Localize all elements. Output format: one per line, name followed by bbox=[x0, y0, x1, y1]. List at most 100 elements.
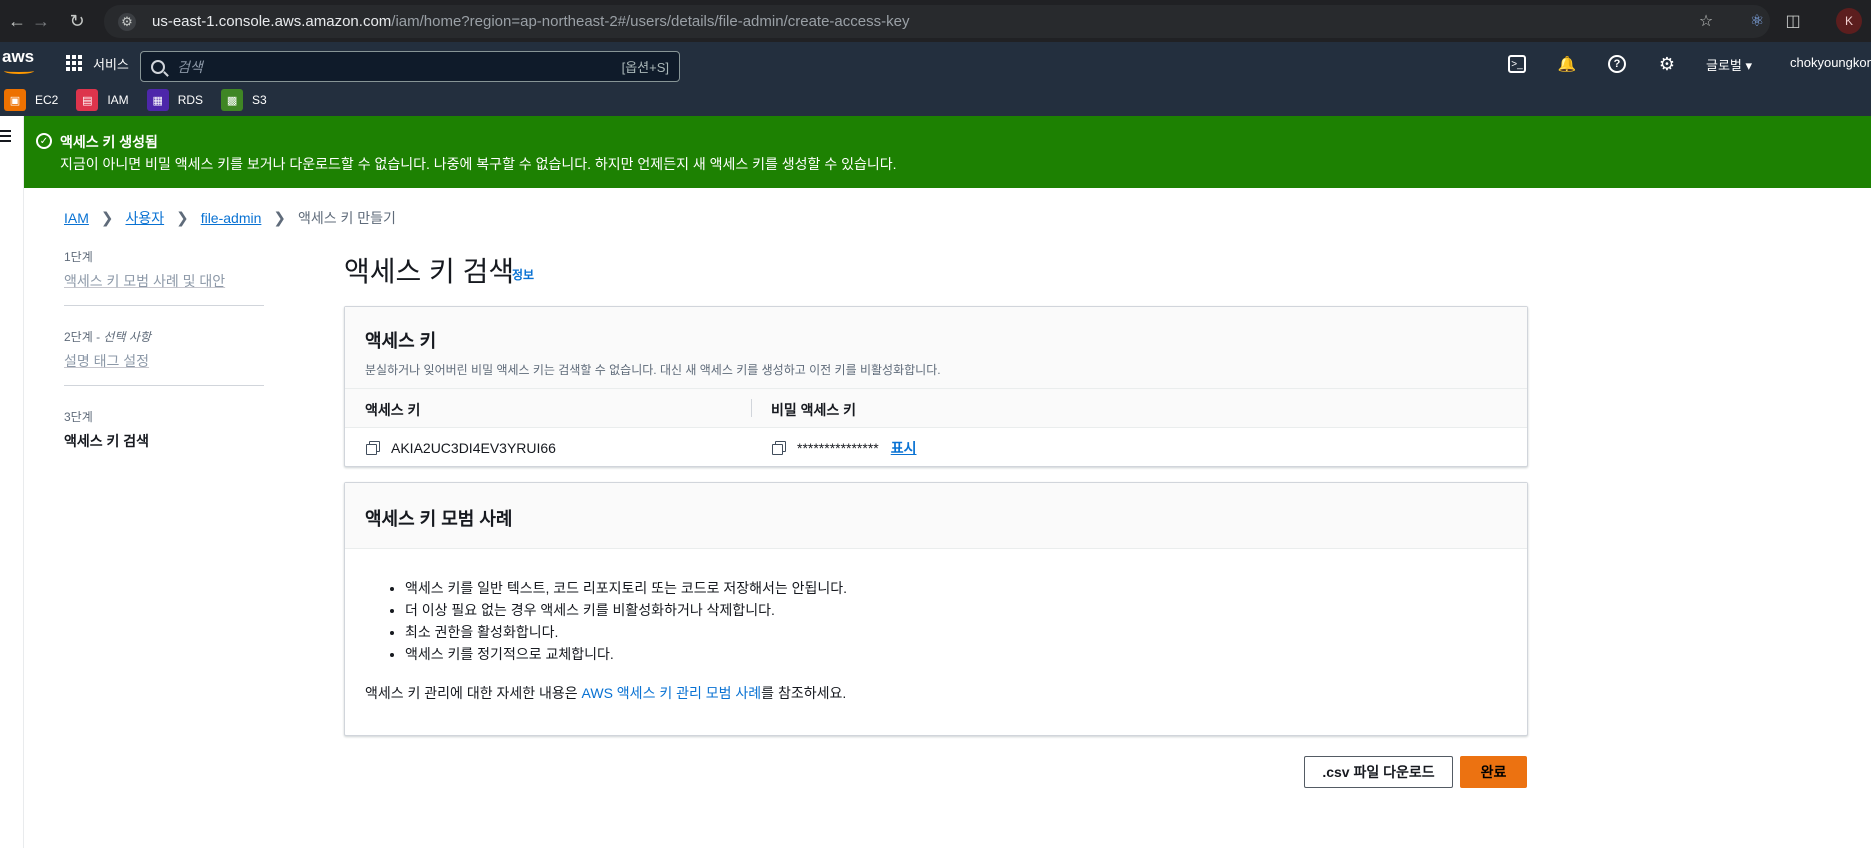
step-name: 액세스 키 모범 사례 및 대안 bbox=[64, 273, 226, 289]
success-check-icon: ✓ bbox=[36, 133, 52, 149]
site-info-icon[interactable]: ⚙ bbox=[118, 12, 136, 31]
notifications-bell-icon[interactable]: 🔔 bbox=[1558, 55, 1577, 73]
step-label: 1단계 bbox=[64, 248, 264, 265]
rds-icon: ▦ bbox=[146, 89, 169, 111]
services-label: 서비스 bbox=[93, 56, 129, 72]
extension-react-icon[interactable]: ⚛ bbox=[1746, 10, 1768, 32]
console-search[interactable]: [옵션+S] bbox=[140, 51, 680, 82]
more-info-text: 액세스 키 관리에 대한 자세한 내용은 AWS 액세스 키 관리 모범 사례를… bbox=[365, 683, 1507, 703]
step-number: 2단계 - bbox=[64, 330, 104, 344]
info-link[interactable]: 정보 bbox=[512, 266, 534, 283]
more-suffix: 를 참조하세요. bbox=[761, 685, 847, 701]
wizard-step-1: 1단계 액세스 키 모범 사례 및 대안 bbox=[64, 248, 264, 306]
more-prefix: 액세스 키 관리에 대한 자세한 내용은 bbox=[365, 685, 582, 701]
secret-key-cell: *************** 표시 bbox=[751, 428, 1527, 467]
s3-icon: ▩ bbox=[221, 89, 244, 111]
done-button[interactable]: 완료 bbox=[1460, 756, 1527, 788]
panel-header: 액세스 키 모범 사례 bbox=[345, 483, 1527, 549]
bookmark-star-icon[interactable]: ☆ bbox=[1695, 10, 1717, 32]
best-practices-panel: 액세스 키 모범 사례 액세스 키를 일반 텍스트, 코드 리포지토리 또는 코… bbox=[344, 482, 1528, 736]
menu-hamburger-icon[interactable] bbox=[0, 130, 12, 142]
breadcrumb-current: 액세스 키 만들기 bbox=[297, 210, 396, 226]
search-shortcut-hint: [옵션+S] bbox=[621, 60, 669, 75]
access-key-table: 액세스 키 비밀 액세스 키 AKIA2UC3DI4EV3YRUI66 ****… bbox=[345, 389, 1527, 467]
favorites-bar: ▣ EC2 ▤ IAM ▦ RDS ▩ S3 bbox=[0, 84, 1871, 116]
search-icon bbox=[151, 59, 165, 74]
best-practices-list: 액세스 키를 일반 텍스트, 코드 리포지토리 또는 코드로 저장해서는 안됩니… bbox=[365, 577, 1507, 665]
favorite-label: S3 bbox=[252, 93, 267, 107]
panel-body: 액세스 키를 일반 텍스트, 코드 리포지토리 또는 코드로 저장해서는 안됩니… bbox=[345, 549, 1527, 703]
breadcrumb: IAM ❯ 사용자 ❯ file-admin ❯ 액세스 키 만들기 bbox=[64, 208, 396, 228]
help-icon[interactable]: ? bbox=[1608, 55, 1626, 73]
cloudshell-icon[interactable]: >_ bbox=[1508, 55, 1526, 73]
services-menu-button[interactable]: 서비스 bbox=[66, 51, 129, 75]
download-csv-button[interactable]: .csv 파일 다운로드 bbox=[1304, 756, 1453, 788]
success-flash-banner: ✓ 액세스 키 생성됨 지금이 아니면 비밀 액세스 키를 보거나 다운로드할 … bbox=[24, 116, 1871, 188]
list-item: 최소 권한을 활성화합니다. bbox=[405, 621, 1507, 643]
favorite-label: RDS bbox=[177, 93, 204, 107]
step-name-active: 액세스 키 검색 bbox=[64, 433, 150, 449]
aws-top-nav: aws 서비스 [옵션+S] >_ 🔔 ? ⚙ 글로벌 ▾ chokyoungk… bbox=[0, 42, 1871, 84]
browser-toolbar: ← → ↻ ⚙ us-east-1.console.aws.amazon.com… bbox=[0, 0, 1871, 42]
forward-icon[interactable]: → bbox=[24, 4, 58, 38]
chevron-right-icon: ❯ bbox=[176, 210, 189, 227]
aws-logo[interactable]: aws bbox=[2, 47, 36, 77]
favorite-s3[interactable]: ▩ S3 bbox=[221, 89, 267, 111]
favorite-label: EC2 bbox=[35, 93, 59, 107]
column-header-access-key: 액세스 키 bbox=[345, 389, 751, 428]
list-item: 액세스 키를 일반 텍스트, 코드 리포지토리 또는 코드로 저장해서는 안됩니… bbox=[405, 577, 1507, 599]
access-key-panel: 액세스 키 분실하거나 잊어버린 비밀 액세스 키는 검색할 수 없습니다. 대… bbox=[344, 306, 1528, 467]
aws-logo-text: aws bbox=[2, 47, 35, 66]
step-label: 3단계 bbox=[64, 408, 264, 425]
panel-title: 액세스 키 모범 사례 bbox=[365, 509, 513, 529]
page-title: 액세스 키 검색 bbox=[344, 256, 515, 287]
copy-icon[interactable] bbox=[365, 440, 381, 456]
column-header-secret-key: 비밀 액세스 키 bbox=[751, 389, 1527, 428]
panel-header: 액세스 키 분실하거나 잊어버린 비밀 액세스 키는 검색할 수 없습니다. 대… bbox=[345, 307, 1527, 389]
url-path: /iam/home?region=ap-northeast-2#/users/d… bbox=[391, 13, 910, 30]
iam-icon: ▤ bbox=[76, 89, 99, 111]
wizard-step-2: 2단계 - 선택 사항 설명 태그 설정 bbox=[64, 328, 264, 386]
step-label: 2단계 - 선택 사항 bbox=[64, 328, 264, 345]
breadcrumb-users[interactable]: 사용자 bbox=[125, 208, 164, 228]
aws-logo-smile bbox=[4, 68, 34, 74]
wizard-step-3: 3단계 액세스 키 검색 bbox=[64, 408, 264, 465]
favorite-label: IAM bbox=[107, 93, 129, 107]
breadcrumb-iam[interactable]: IAM bbox=[64, 210, 89, 226]
list-item: 액세스 키를 정기적으로 교체합니다. bbox=[405, 643, 1507, 665]
wizard-steps: 1단계 액세스 키 모범 사례 및 대안 2단계 - 선택 사항 설명 태그 설… bbox=[64, 248, 264, 487]
profile-avatar[interactable]: K bbox=[1836, 8, 1862, 34]
favorite-ec2[interactable]: ▣ EC2 bbox=[4, 89, 58, 111]
chevron-right-icon: ❯ bbox=[100, 210, 114, 227]
best-practices-link[interactable]: AWS 액세스 키 관리 모범 사례 bbox=[582, 685, 762, 701]
list-item: 더 이상 필요 없는 경우 액세스 키를 비활성화하거나 삭제합니다. bbox=[405, 599, 1507, 621]
panel-title: 액세스 키 bbox=[365, 331, 437, 351]
extensions-puzzle-icon[interactable]: ◫ bbox=[1782, 10, 1804, 32]
search-input[interactable] bbox=[177, 58, 622, 75]
panel-description: 분실하거나 잊어버린 비밀 액세스 키는 검색할 수 없습니다. 대신 새 액세… bbox=[365, 363, 941, 377]
region-selector[interactable]: 글로벌 ▾ bbox=[1706, 55, 1752, 74]
step-number: 3단계 bbox=[64, 410, 93, 424]
access-key-cell: AKIA2UC3DI4EV3YRUI66 bbox=[345, 428, 751, 467]
favorite-iam[interactable]: ▤ IAM bbox=[76, 89, 129, 111]
reload-icon[interactable]: ↻ bbox=[60, 4, 94, 38]
flash-message: 지금이 아니면 비밀 액세스 키를 보거나 다운로드할 수 없습니다. 나중에 … bbox=[60, 156, 897, 172]
address-bar[interactable]: ⚙ us-east-1.console.aws.amazon.com/iam/h… bbox=[104, 5, 1770, 38]
show-secret-link[interactable]: 표시 bbox=[891, 438, 917, 458]
url-text[interactable]: us-east-1.console.aws.amazon.com/iam/hom… bbox=[152, 13, 909, 30]
side-nav-collapsed bbox=[0, 116, 24, 848]
settings-gear-icon[interactable]: ⚙ bbox=[1658, 54, 1676, 74]
ec2-icon: ▣ bbox=[4, 89, 26, 111]
secret-key-masked: *************** bbox=[797, 439, 879, 456]
access-key-value: AKIA2UC3DI4EV3YRUI66 bbox=[391, 439, 556, 456]
step-number: 1단계 bbox=[64, 250, 93, 264]
url-host: us-east-1.console.aws.amazon.com bbox=[152, 13, 392, 30]
favorite-rds[interactable]: ▦ RDS bbox=[146, 89, 204, 111]
account-menu[interactable]: chokyoungkon bbox=[1790, 55, 1871, 70]
copy-icon[interactable] bbox=[771, 440, 787, 456]
chevron-right-icon: ❯ bbox=[273, 210, 286, 227]
grid-menu-icon bbox=[66, 54, 83, 72]
flash-title: 액세스 키 생성됨 bbox=[60, 134, 158, 150]
breadcrumb-file-admin[interactable]: file-admin bbox=[201, 210, 262, 226]
step-optional: 선택 사항 bbox=[103, 330, 151, 344]
